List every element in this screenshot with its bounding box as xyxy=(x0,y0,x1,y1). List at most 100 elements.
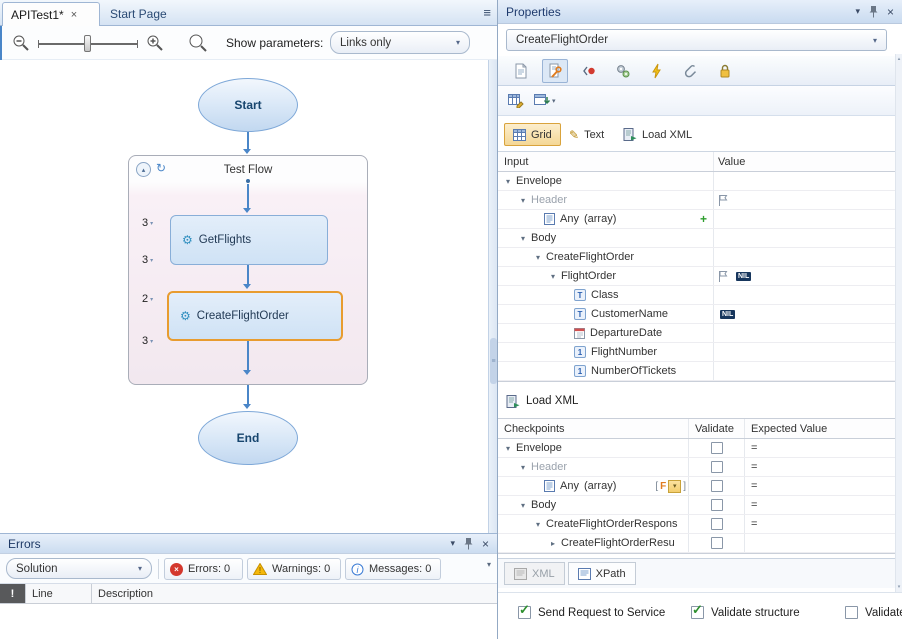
step-io-count[interactable]: 3 ▾ xyxy=(142,217,153,229)
table-row[interactable]: ▾ Body = xyxy=(498,496,895,515)
tab-attachments[interactable] xyxy=(678,59,704,83)
table-row[interactable]: T CustomerName NIL xyxy=(498,305,895,324)
table-row[interactable]: ▾ CreateFlightOrder xyxy=(498,248,895,267)
dropdown-icon[interactable]: ▾ xyxy=(668,480,681,493)
table-row[interactable]: ▾ Envelope = xyxy=(498,439,895,458)
expander-icon[interactable]: ▾ xyxy=(150,257,153,264)
add-item-icon[interactable]: + xyxy=(700,212,707,226)
tab-security[interactable] xyxy=(712,59,738,83)
expected-value[interactable]: = xyxy=(751,480,757,492)
close-icon[interactable]: × xyxy=(482,537,489,551)
table-row[interactable]: ▾ CreateFlightOrderRespons = xyxy=(498,515,895,534)
table-row[interactable]: T Class xyxy=(498,286,895,305)
canvas-scrollbar[interactable]: ≡ xyxy=(488,60,497,533)
tab-start-page[interactable]: Start Page xyxy=(102,2,194,26)
step-createflightorder[interactable]: ⚙ CreateFlightOrder xyxy=(167,291,343,341)
table-row[interactable]: Any (array) + xyxy=(498,210,895,229)
expander-icon[interactable]: ▾ xyxy=(150,220,153,227)
step-io-count[interactable]: 3 ▾ xyxy=(142,335,153,347)
expander-icon[interactable]: ▾ xyxy=(150,338,153,345)
step-selector-dropdown[interactable]: CreateFlightOrder ▾ xyxy=(506,29,887,51)
chevron-down-icon[interactable]: ▾ xyxy=(502,444,514,453)
chevron-down-icon[interactable]: ▾ xyxy=(502,177,514,186)
table-row[interactable]: ▾ Body xyxy=(498,229,895,248)
tab-input-checkpoints[interactable] xyxy=(542,59,568,83)
close-icon[interactable]: × xyxy=(71,9,77,21)
import-schema-button[interactable]: ▾ xyxy=(534,93,556,108)
window-menu-icon[interactable]: ▾ xyxy=(855,6,860,17)
load-xml-view-button[interactable]: Load XML xyxy=(614,123,701,146)
validate-checkbox[interactable] xyxy=(711,461,723,473)
severity-column-header[interactable]: ! xyxy=(0,584,26,603)
step-io-count[interactable]: 3 ▾ xyxy=(142,254,153,266)
table-row[interactable]: 1 NumberOfTickets xyxy=(498,362,895,381)
validate-checkbox[interactable] xyxy=(711,442,723,454)
pin-icon[interactable] xyxy=(869,5,878,18)
scroll-down-icon[interactable]: ▾ xyxy=(896,584,902,590)
line-column-header[interactable]: Line xyxy=(26,584,92,603)
edit-schema-button[interactable] xyxy=(508,93,524,108)
start-node[interactable]: Start xyxy=(198,78,298,132)
flow-canvas[interactable]: Start ▴ ↻ Test Flow ⚙ GetFlights ⚙ Creat… xyxy=(0,60,488,533)
table-row[interactable]: DepartureDate xyxy=(498,324,895,343)
scroll-up-icon[interactable]: ▴ xyxy=(896,56,902,62)
grid-view-button[interactable]: Grid xyxy=(504,123,561,146)
zoom-out-icon[interactable] xyxy=(12,34,30,52)
zoom-slider-thumb[interactable] xyxy=(84,35,91,52)
tab-general[interactable] xyxy=(508,59,534,83)
expander-icon[interactable]: ▾ xyxy=(150,296,153,303)
expected-value[interactable]: = xyxy=(751,461,757,473)
tab-apitest1[interactable]: APITest1* × xyxy=(2,2,100,26)
toolbar-overflow-icon[interactable]: ▾ xyxy=(487,560,491,569)
warnings-count-button[interactable]: ! Warnings: 0 xyxy=(247,558,341,580)
validate-checkbox[interactable] xyxy=(711,480,723,492)
table-row[interactable]: ▾ Header xyxy=(498,191,895,210)
nil-badge[interactable]: NIL xyxy=(736,272,751,281)
table-row[interactable]: ▾ Envelope xyxy=(498,172,895,191)
tab-list-menu-icon[interactable]: ≡ xyxy=(483,5,491,20)
load-xml-button[interactable]: Load XML xyxy=(498,388,895,414)
expected-value-column-header[interactable]: Expected Value xyxy=(745,419,895,438)
end-node[interactable]: End xyxy=(198,411,298,465)
chevron-right-icon[interactable]: ▸ xyxy=(547,539,559,548)
parameters-mode-dropdown[interactable]: Links only ▾ xyxy=(330,31,470,54)
option-validate-structure[interactable]: ✓ Validate structure xyxy=(691,606,800,619)
errors-table-body[interactable] xyxy=(0,604,497,639)
checkbox[interactable] xyxy=(845,606,858,619)
tab-xml[interactable]: XML xyxy=(504,562,565,585)
chevron-down-icon[interactable]: ▾ xyxy=(547,272,559,281)
table-row[interactable]: ▸ CreateFlightOrderResu xyxy=(498,534,895,553)
input-column-header[interactable]: Input xyxy=(498,152,714,171)
chevron-down-icon[interactable]: ▾ xyxy=(532,253,544,262)
tab-events[interactable] xyxy=(576,59,602,83)
properties-scrollbar[interactable]: ▴ ▾ xyxy=(895,54,902,592)
chevron-down-icon[interactable]: ▾ xyxy=(517,501,529,510)
pin-icon[interactable] xyxy=(464,537,473,550)
scrollbar-thumb[interactable]: ≡ xyxy=(490,338,497,384)
validate-checkbox[interactable] xyxy=(711,518,723,530)
chevron-down-icon[interactable]: ▾ xyxy=(517,234,529,243)
validate-checkbox[interactable] xyxy=(711,499,723,511)
text-view-button[interactable]: ✎ Text xyxy=(560,123,613,146)
option-validate-ws[interactable]: Validate WS xyxy=(845,606,902,619)
validate-column-header[interactable]: Validate xyxy=(689,419,745,438)
close-icon[interactable]: × xyxy=(887,5,894,19)
chevron-down-icon[interactable]: ▾ xyxy=(517,463,529,472)
step-io-count[interactable]: 2 ▾ xyxy=(142,293,153,305)
flag-icon[interactable] xyxy=(718,194,728,207)
tab-xpath[interactable]: XPath xyxy=(568,562,636,585)
chevron-down-icon[interactable]: ▾ xyxy=(517,196,529,205)
window-menu-icon[interactable]: ▾ xyxy=(450,538,455,549)
array-match-control[interactable]: [ F ▾ ] xyxy=(655,480,686,493)
messages-count-button[interactable]: i Messages: 0 xyxy=(345,558,441,580)
expected-value[interactable]: = xyxy=(751,518,757,530)
flag-icon[interactable] xyxy=(718,270,728,283)
tab-triggers[interactable] xyxy=(644,59,670,83)
description-column-header[interactable]: Description xyxy=(92,584,497,603)
expected-value[interactable]: = xyxy=(751,442,757,454)
table-row[interactable]: ▾ Header = xyxy=(498,458,895,477)
nil-badge[interactable]: NIL xyxy=(720,310,735,319)
chevron-down-icon[interactable]: ▾ xyxy=(532,520,544,529)
errors-count-button[interactable]: × Errors: 0 xyxy=(164,558,243,580)
expected-value[interactable]: = xyxy=(751,499,757,511)
